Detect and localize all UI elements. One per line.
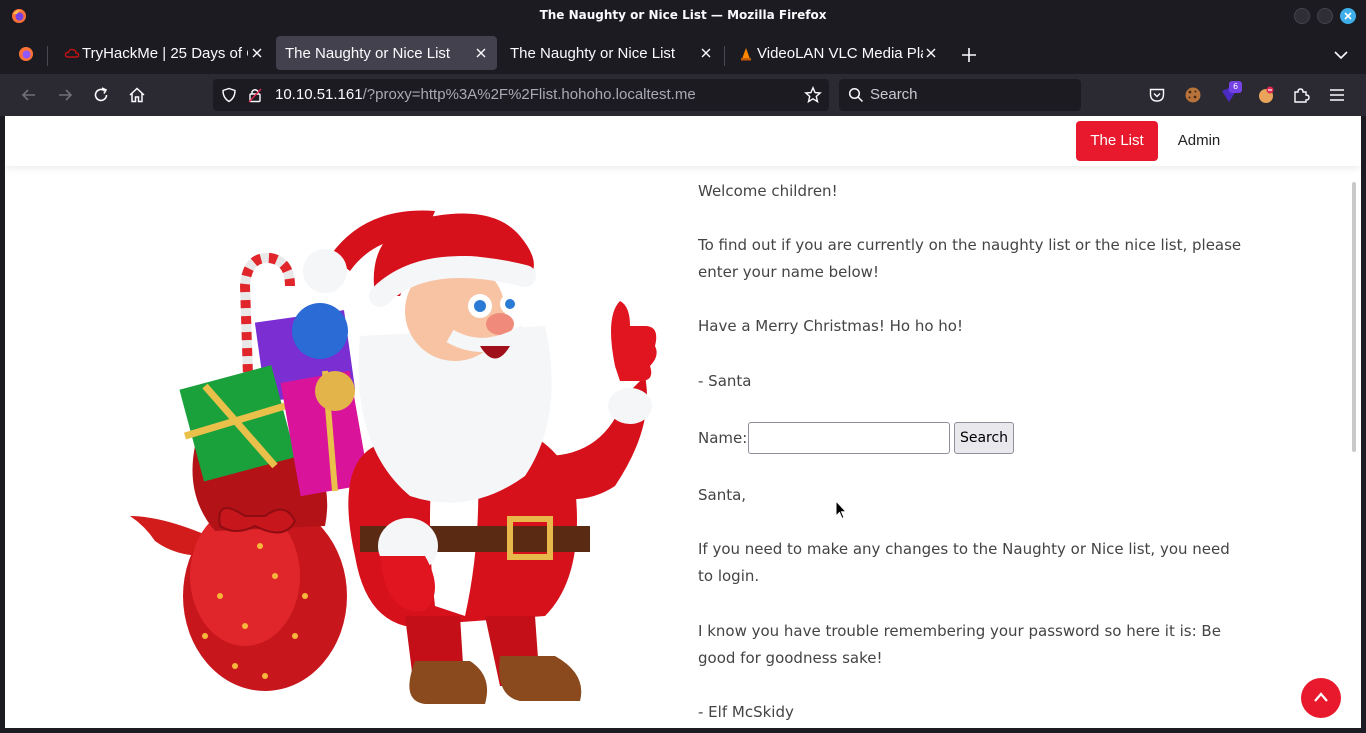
cookie-editor-icon[interactable] xyxy=(1257,86,1275,104)
nav-the-list-link[interactable]: The List xyxy=(1076,121,1158,161)
tryhackme-cloud-icon xyxy=(64,48,80,58)
close-icon xyxy=(1344,12,1352,20)
url-text[interactable]: 10.10.51.161/?proxy=http%3A%2F%2Flist.ho… xyxy=(275,86,696,103)
close-tab-icon[interactable] xyxy=(700,47,712,59)
url-path: /?proxy=http%3A%2F%2Flist.hohoho.localte… xyxy=(362,86,696,103)
password-hint-text: I know you have trouble remembering your… xyxy=(698,622,1221,667)
name-input[interactable] xyxy=(748,422,950,454)
search-placeholder: Search xyxy=(870,86,918,103)
firefox-view-button[interactable] xyxy=(8,38,44,70)
tab-strip: TryHackMe | 25 Days of Cy The Naughty or… xyxy=(0,32,1366,74)
tab-tryhackme[interactable]: TryHackMe | 25 Days of Cy xyxy=(52,36,269,70)
minimize-button[interactable] xyxy=(1294,8,1310,24)
welcome-text: Welcome children! xyxy=(698,182,838,200)
extension-badge-count: 6 xyxy=(1229,81,1242,93)
tab-separator xyxy=(47,46,48,66)
page-scrollbar[interactable] xyxy=(1352,182,1356,452)
tab-vlc[interactable]: VideoLAN VLC Media Play xyxy=(726,36,947,70)
window-titlebar: The Naughty or Nice List — Mozilla Firef… xyxy=(0,0,1366,32)
santa-illustration xyxy=(130,210,657,704)
name-label: Name: xyxy=(698,429,748,447)
pocket-icon[interactable] xyxy=(1148,86,1166,104)
scroll-to-top-button[interactable] xyxy=(1301,678,1341,718)
search-bar[interactable]: Search xyxy=(839,79,1081,111)
dear-santa-text: Santa, xyxy=(698,486,747,504)
close-tab-icon[interactable] xyxy=(251,47,263,59)
instructions-text: To find out if you are currently on the … xyxy=(698,236,1242,281)
merry-christmas-text: Have a Merry Christmas! Ho ho ho! xyxy=(698,317,963,335)
new-tab-plus-icon[interactable] xyxy=(960,46,978,64)
web-page: The List Admin Welcome children! To find… xyxy=(5,116,1361,728)
window-title: The Naughty or Nice List — Mozilla Firef… xyxy=(539,8,827,22)
firefox-view-icon xyxy=(19,47,33,61)
login-note-text: If you need to make any changes to the N… xyxy=(698,540,1230,585)
address-bar[interactable]: 10.10.51.161/?proxy=http%3A%2F%2Flist.ho… xyxy=(213,79,829,111)
tab-label: VideoLAN VLC Media Play xyxy=(757,45,923,62)
tab-label: The Naughty or Nice List xyxy=(510,45,676,62)
back-arrow-icon[interactable] xyxy=(20,86,38,104)
close-window-button[interactable] xyxy=(1340,8,1356,24)
tab-label: The Naughty or Nice List xyxy=(285,45,451,62)
insecure-lock-icon[interactable] xyxy=(247,87,263,103)
close-tab-icon[interactable] xyxy=(925,47,937,59)
hamburger-menu-icon[interactable] xyxy=(1328,86,1346,104)
tab-label: TryHackMe | 25 Days of Cy xyxy=(82,45,248,62)
tab-list-chevron-down-icon[interactable] xyxy=(1333,48,1349,62)
tab-naughty-nice-active[interactable]: The Naughty or Nice List xyxy=(276,36,497,70)
vlc-cone-icon xyxy=(741,48,751,61)
bookmark-star-icon[interactable] xyxy=(804,86,822,104)
shield-tracking-icon[interactable] xyxy=(221,87,237,103)
home-icon[interactable] xyxy=(128,86,146,104)
name-search-form: Name: Search xyxy=(698,422,1098,455)
navigation-toolbar: 10.10.51.161/?proxy=http%3A%2F%2Flist.ho… xyxy=(0,74,1366,116)
search-icon xyxy=(848,87,864,103)
tab-naughty-nice[interactable]: The Naughty or Nice List xyxy=(501,36,722,70)
search-button[interactable]: Search xyxy=(954,422,1014,454)
maximize-button[interactable] xyxy=(1317,8,1333,24)
site-header: The List Admin xyxy=(5,116,1361,166)
extensions-puzzle-icon[interactable] xyxy=(1292,86,1310,104)
reload-icon[interactable] xyxy=(92,86,110,104)
url-host: 10.10.51.161 xyxy=(275,86,363,103)
tab-separator xyxy=(724,46,725,66)
santa-signature: - Santa xyxy=(698,372,752,390)
elf-signature: - Elf McSkidy xyxy=(698,703,794,721)
close-tab-icon[interactable] xyxy=(475,47,487,59)
forward-arrow-icon[interactable] xyxy=(56,86,74,104)
mouse-pointer-icon xyxy=(835,500,847,520)
chevron-up-icon xyxy=(1314,692,1328,702)
nav-admin-link[interactable]: Admin xyxy=(1170,121,1228,161)
cookie-extension-icon[interactable] xyxy=(1184,86,1202,104)
